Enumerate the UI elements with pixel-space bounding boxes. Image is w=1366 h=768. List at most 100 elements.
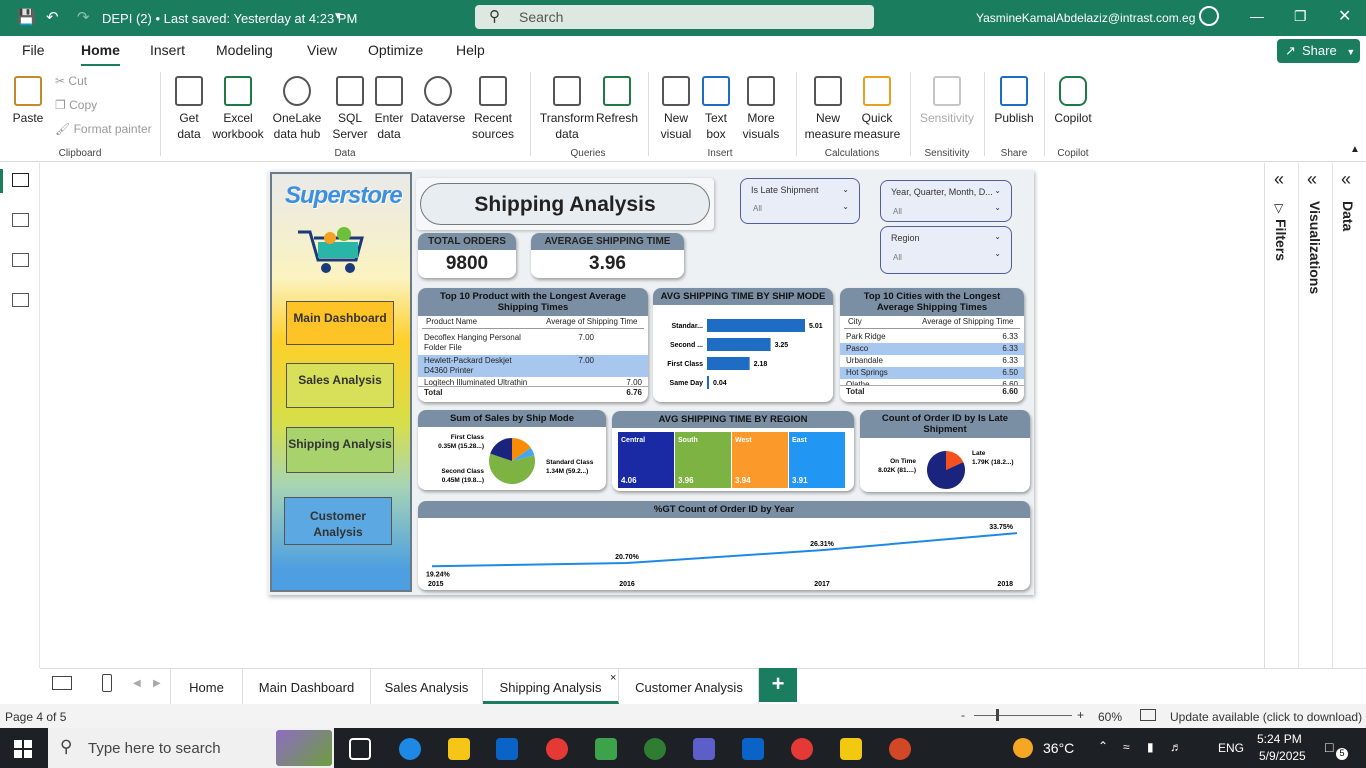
report-view-icon[interactable] [12, 173, 29, 187]
teams-icon[interactable] [693, 738, 715, 760]
format-painter-button[interactable]: 🖌 Format painter [55, 122, 152, 136]
chrome-icon[interactable] [546, 738, 568, 760]
maximize-icon[interactable]: ❐ [1294, 8, 1307, 25]
table-row[interactable]: Hot Springs 6.50 [840, 367, 1024, 379]
dax-query-icon[interactable] [12, 293, 29, 307]
language-indicator[interactable]: ENG [1218, 741, 1244, 755]
chevron-down-icon[interactable]: ▼ [333, 11, 343, 22]
onelake-button[interactable]: OneLake data hub [267, 76, 327, 142]
sensitivity-button[interactable]: Sensitivity [918, 76, 976, 126]
user-account[interactable]: YasmineKamalAbdelaziz@intrast.com.eg [976, 11, 1195, 25]
nav-shipping-analysis-button[interactable]: Shipping Analysis [286, 427, 394, 473]
outlook-new-icon[interactable] [742, 738, 764, 760]
collapse-visualizations-icon[interactable]: « [1307, 169, 1317, 190]
col-header[interactable]: Average of Shipping Time [922, 317, 1016, 327]
desktop-layout-icon[interactable] [52, 676, 72, 690]
page-tab-customer-analysis[interactable]: Customer Analysis [620, 669, 759, 704]
slicer-region[interactable]: Region ⌄ All ⌄ [880, 226, 1012, 274]
task-view-icon[interactable] [349, 738, 371, 760]
outlook-icon[interactable] [496, 738, 518, 760]
zoom-level[interactable]: 60% [1098, 710, 1122, 724]
clock-time[interactable]: 5:24 PM [1257, 732, 1302, 746]
tab-insert[interactable]: Insert [150, 42, 185, 58]
tab-help[interactable]: Help [456, 42, 485, 58]
nav-sales-analysis-button[interactable]: Sales Analysis [286, 363, 394, 408]
redo-icon[interactable]: ↷ [77, 8, 90, 26]
update-notice[interactable]: Update available (click to download) [1170, 710, 1362, 724]
enter-data-button[interactable]: Enter data [372, 76, 406, 142]
share-button[interactable]: ↗ Share ▼ [1277, 39, 1360, 63]
sql-server-button[interactable]: SQL Server [330, 76, 370, 142]
table-row[interactable]: Urbandale 6.33 [840, 355, 1024, 367]
zoom-slider-thumb[interactable] [996, 709, 999, 721]
copy-button[interactable]: ❐ Copy [55, 98, 97, 112]
windows-start-icon[interactable] [14, 740, 32, 758]
table-view-icon[interactable] [12, 213, 29, 227]
zoom-in-button[interactable]: + [1077, 708, 1084, 722]
close-icon[interactable]: ✕ [1338, 6, 1351, 26]
tab-modeling[interactable]: Modeling [216, 42, 273, 58]
chevron-up-icon[interactable]: ▲ [1350, 144, 1360, 155]
quick-measure-button[interactable]: Quick measure [852, 76, 902, 142]
col-header[interactable]: Product Name [426, 317, 546, 327]
slicer-date[interactable]: Year, Quarter, Month, D... ⌄ All ⌄ [880, 180, 1012, 222]
clock-date[interactable]: 5/9/2025 [1259, 749, 1306, 763]
nav-customer-analysis-button[interactable]: Customer Analysis [284, 497, 392, 545]
page-tab-shipping-analysis[interactable]: Shipping Analysis [483, 669, 619, 704]
page-tab-sales-analysis[interactable]: Sales Analysis [371, 669, 483, 704]
nav-main-dashboard-button[interactable]: Main Dashboard [286, 301, 394, 345]
page-tab-home[interactable]: Home [170, 669, 243, 704]
prev-page-icon[interactable]: ◀ [133, 678, 141, 689]
more-visuals-button[interactable]: More visuals [734, 76, 788, 142]
slicer-is-late-shipment[interactable]: Is Late Shipment ⌄ All ⌄ [740, 178, 860, 224]
tab-optimize[interactable]: Optimize [368, 42, 423, 58]
weather-sun-icon[interactable] [1013, 738, 1033, 758]
zoom-slider[interactable] [974, 715, 1072, 716]
search-input[interactable]: ⚲ Search [475, 5, 874, 29]
file-explorer-icon[interactable] [448, 738, 470, 760]
page-tab-main-dashboard[interactable]: Main Dashboard [243, 669, 371, 704]
power-bi-icon[interactable] [840, 738, 862, 760]
undo-icon[interactable]: ↶ [46, 8, 59, 26]
volume-icon[interactable]: ♬ [1170, 740, 1182, 754]
mobile-layout-icon[interactable] [102, 674, 112, 692]
transform-data-button[interactable]: Transform data [538, 76, 596, 142]
tab-file[interactable]: File [22, 42, 45, 58]
minimize-icon[interactable]: — [1250, 8, 1264, 24]
publish-button[interactable]: Publish [992, 76, 1036, 126]
excel-workbook-button[interactable]: Excel workbook [210, 76, 266, 142]
copilot-button[interactable]: Copilot [1052, 76, 1094, 126]
edge-icon[interactable] [399, 738, 421, 760]
next-page-icon[interactable]: ▶ [153, 678, 161, 689]
tab-home[interactable]: Home [81, 42, 120, 67]
refresh-button[interactable]: Refresh [596, 76, 638, 126]
col-header[interactable]: City [848, 317, 922, 327]
model-view-icon[interactable] [12, 253, 29, 267]
powerpoint-icon[interactable] [889, 738, 911, 760]
close-tab-icon[interactable]: × [610, 672, 616, 684]
text-box-button[interactable]: Text box [698, 76, 734, 142]
weather-temp[interactable]: 36°C [1043, 740, 1074, 756]
zoom-out-button[interactable]: - [961, 708, 965, 722]
table-row[interactable]: Logitech Illuminated Ultrathin 7.00 [418, 377, 648, 386]
chrome-profile-icon[interactable] [791, 738, 813, 760]
get-data-button[interactable]: Get data [168, 76, 210, 142]
cut-button[interactable]: ✂ Cut [55, 74, 87, 88]
recent-sources-button[interactable]: Recent sources [466, 76, 520, 142]
app-icon[interactable] [644, 738, 666, 760]
new-measure-button[interactable]: New measure [804, 76, 852, 142]
visualizations-pane-tab[interactable]: Visualizations [1307, 201, 1323, 294]
chevron-up-icon[interactable]: ⌃ [1098, 739, 1108, 753]
collapse-data-icon[interactable]: « [1341, 169, 1351, 190]
table-row[interactable]: Park Ridge 6.33 [840, 329, 1024, 343]
wifi-icon[interactable]: ≈ [1123, 740, 1130, 754]
tab-view[interactable]: View [307, 42, 337, 58]
fit-to-page-icon[interactable] [1140, 709, 1156, 721]
table-row[interactable]: Hewlett-Packard Deskjet D4360 Printer 7.0… [418, 355, 648, 377]
dataverse-button[interactable]: Dataverse [410, 76, 466, 126]
col-header[interactable]: Average of Shipping Time [546, 317, 640, 327]
save-icon[interactable]: 💾 [17, 8, 36, 26]
battery-icon[interactable]: ▮ [1147, 740, 1154, 754]
collapse-filters-icon[interactable]: « [1274, 169, 1284, 190]
new-visual-button[interactable]: New visual [656, 76, 696, 142]
